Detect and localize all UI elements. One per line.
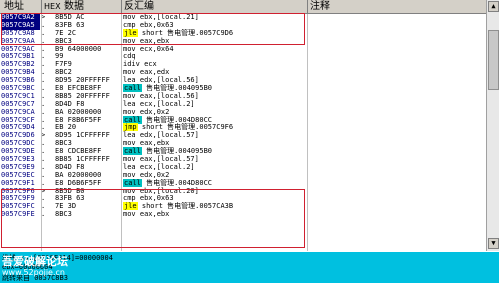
column-divider [307, 14, 308, 251]
info-pane: 堆栈 ss:[0019F014]=00000004 ebx=00000004 跳… [0, 252, 499, 283]
header-separator[interactable] [41, 0, 42, 13]
code-row[interactable]: 0057C9AC. B9 64000000 mov ecx,0x64 [0, 45, 486, 54]
row-operand: 售电管理.004095B0 [141, 84, 213, 93]
scroll-up-icon[interactable]: ▲ [488, 1, 499, 12]
header-disasm[interactable]: 反汇编 [124, 0, 154, 13]
row-disasm[interactable]: mov ecx,0x64 [123, 45, 303, 54]
vertical-scrollbar[interactable]: ▲ ▼ [486, 0, 499, 251]
highlight-box-top [1, 13, 305, 45]
row-operand: 售电管理.004095B0 [141, 147, 213, 156]
row-opcode-highlight: call [123, 147, 142, 156]
row-opcode-highlight: jmp [123, 123, 138, 132]
code-row[interactable]: 0057C9B2. F7F9 idiv ecx [0, 60, 486, 69]
row-opcode-highlight: call [123, 84, 142, 93]
scroll-thumb[interactable] [488, 30, 499, 90]
code-row[interactable]: 0057C9B1. 99 cdq [0, 53, 486, 61]
row-opcode-highlight: call [123, 178, 142, 187]
scroll-down-icon[interactable]: ▼ [488, 238, 499, 249]
header-separator[interactable] [307, 0, 308, 13]
row-operand: short 售电管理.0057C9F6 [137, 123, 234, 132]
disassembly-window: 地址 HEX 数据 反汇编 注释 0057C9A2 >8B5D AC mov ebx… [0, 0, 499, 283]
header-hex-label[interactable]: HEX [44, 0, 61, 13]
highlight-box-bottom [1, 189, 305, 248]
header-comment[interactable]: 注释 [310, 0, 330, 13]
code-row[interactable]: 0057C9D6 >8D95 1CFFFFFF lea edx,[local.57] [0, 131, 486, 140]
row-hex[interactable]: B9 64000000 [55, 45, 119, 54]
row-operand: 售电管理.004D80CC [141, 178, 213, 187]
header-hex[interactable]: 数据 [64, 0, 84, 13]
header-address[interactable]: 地址 [4, 0, 24, 13]
column-header: 地址 HEX 数据 反汇编 注释 [0, 0, 486, 14]
watermark-title: 吾爱破解论坛 [2, 255, 68, 268]
header-separator[interactable] [121, 0, 122, 13]
watermark-url: www.52pojie.cn [2, 268, 65, 277]
